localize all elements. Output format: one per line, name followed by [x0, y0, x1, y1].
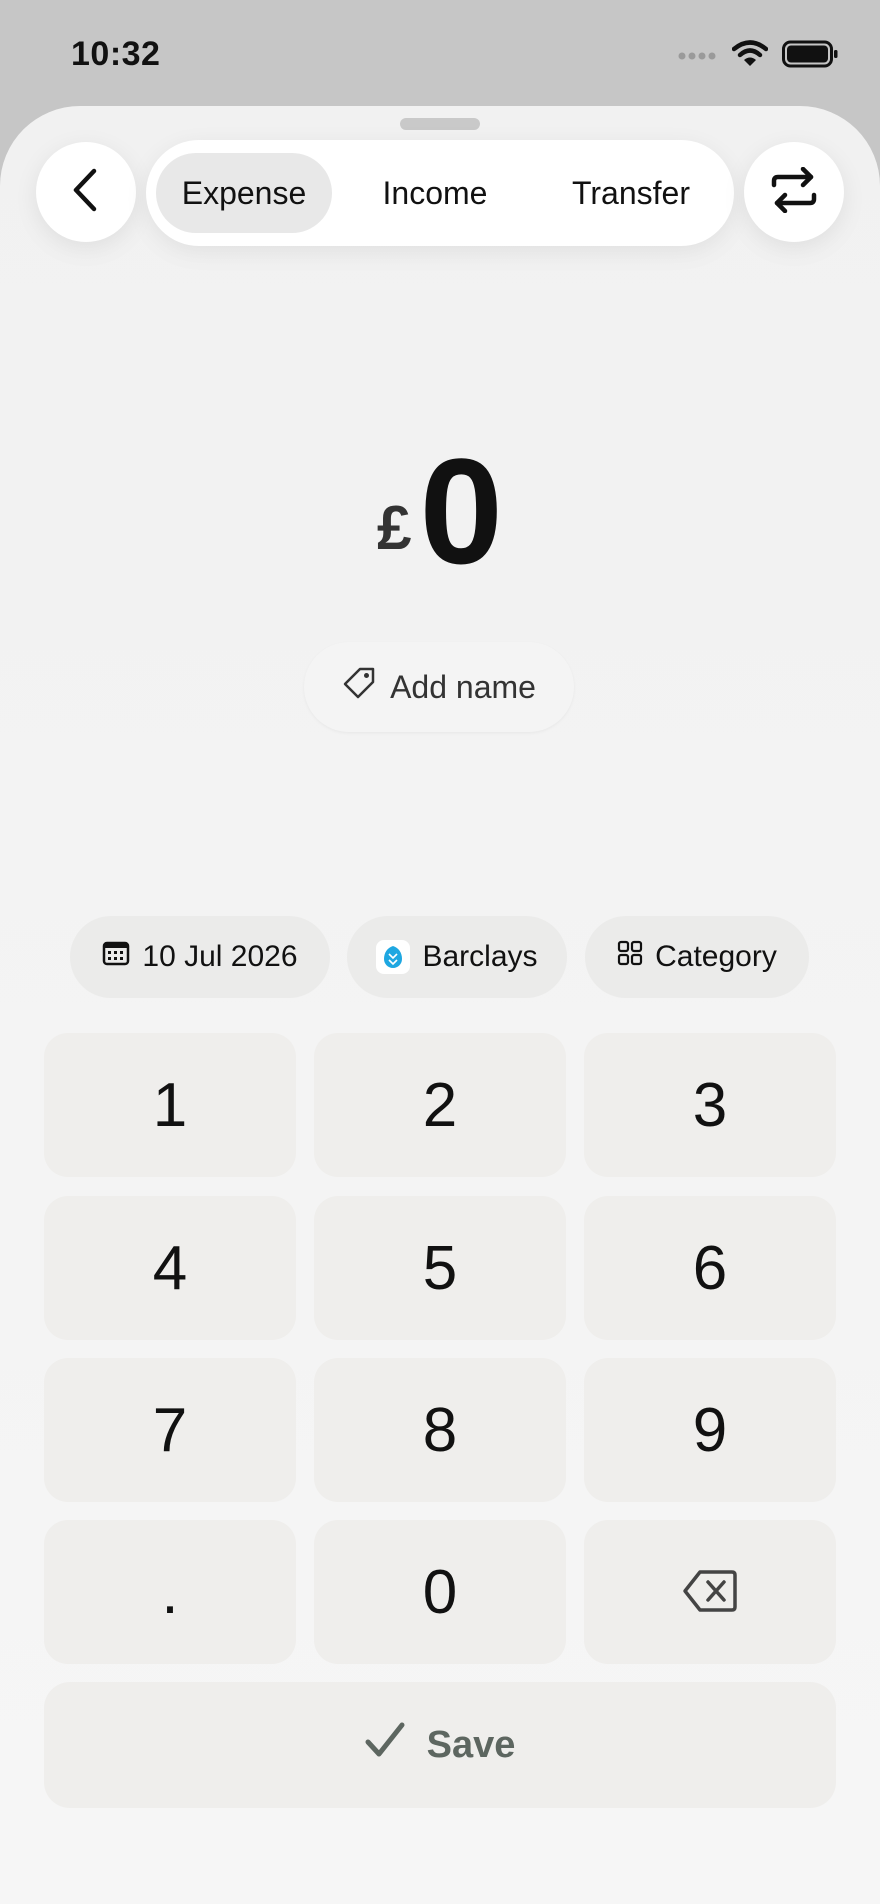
- category-chip[interactable]: Category: [585, 916, 809, 998]
- swap-arrows-icon: [769, 166, 819, 218]
- back-button[interactable]: [36, 142, 136, 242]
- date-chip[interactable]: 10 Jul 2026: [70, 916, 330, 998]
- account-chip[interactable]: Barclays: [347, 916, 567, 998]
- key-7[interactable]: 7: [44, 1358, 296, 1502]
- add-name-label: Add name: [390, 668, 536, 705]
- amount-value: 0: [419, 427, 503, 595]
- key-0[interactable]: 0: [314, 1520, 566, 1664]
- tab-income[interactable]: Income: [350, 153, 520, 233]
- tag-icon: [342, 666, 376, 708]
- tab-transfer[interactable]: Transfer: [538, 153, 724, 233]
- account-label: Barclays: [422, 940, 538, 973]
- key-5[interactable]: 5: [314, 1196, 566, 1340]
- signal-icon: [678, 47, 718, 66]
- save-button[interactable]: Save: [44, 1682, 836, 1808]
- add-name-button[interactable]: Add name: [304, 642, 574, 732]
- chevron-left-icon: [70, 167, 102, 218]
- checkmark-icon: [365, 1722, 405, 1768]
- status-bar: 10:32: [0, 0, 880, 110]
- transaction-type-tabs: Expense Income Transfer: [146, 140, 734, 246]
- tab-expense[interactable]: Expense: [156, 153, 332, 233]
- key-9[interactable]: 9: [584, 1358, 836, 1502]
- key-6[interactable]: 6: [584, 1196, 836, 1340]
- barclays-logo-icon: [376, 940, 411, 974]
- grid-icon: [617, 940, 643, 974]
- category-label: Category: [655, 940, 777, 973]
- currency-symbol: £: [377, 494, 412, 563]
- date-label: 10 Jul 2026: [142, 940, 298, 973]
- wifi-icon: [731, 40, 769, 73]
- swap-button[interactable]: [744, 142, 844, 242]
- transaction-sheet: Expense Income Transfer £ 0 Add name 10 …: [0, 106, 880, 1904]
- key-3[interactable]: 3: [584, 1033, 836, 1177]
- status-time: 10:32: [71, 35, 161, 73]
- key-decimal[interactable]: .: [44, 1520, 296, 1664]
- key-8[interactable]: 8: [314, 1358, 566, 1502]
- backspace-icon: [682, 1557, 738, 1628]
- key-2[interactable]: 2: [314, 1033, 566, 1177]
- save-label: Save: [426, 1723, 516, 1766]
- amount-display: £ 0: [0, 436, 880, 586]
- calendar-icon: [102, 940, 130, 974]
- status-icons: [678, 40, 838, 73]
- sheet-grabber[interactable]: [400, 118, 480, 130]
- battery-icon: [782, 40, 838, 73]
- key-4[interactable]: 4: [44, 1196, 296, 1340]
- backspace-key[interactable]: [584, 1520, 836, 1664]
- key-1[interactable]: 1: [44, 1033, 296, 1177]
